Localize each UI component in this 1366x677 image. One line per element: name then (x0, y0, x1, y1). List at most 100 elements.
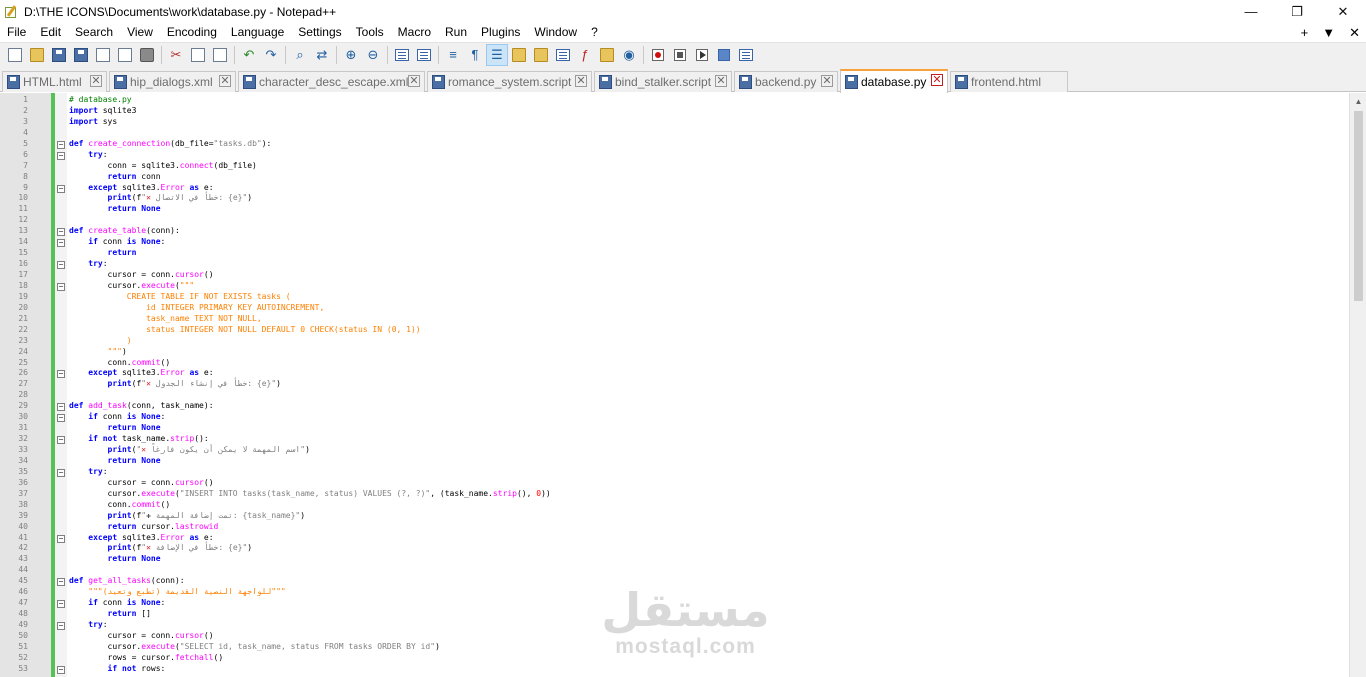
show-all-chars-button[interactable]: ¶ (464, 44, 486, 66)
indent-guide-button[interactable]: ☰ (486, 44, 508, 66)
tab-frontend-html[interactable]: frontend.html (950, 71, 1068, 92)
code-line[interactable]: 40 return cursor.lastrowid (0, 522, 1350, 533)
code-line[interactable]: 17 cursor = conn.cursor() (0, 270, 1350, 281)
code-line[interactable]: 10 print(f"✕ خطأ في الاتصال: {e}") (0, 193, 1350, 204)
code-line[interactable]: 36 cursor = conn.cursor() (0, 478, 1350, 489)
zoom-out-button[interactable]: ⊖ (362, 44, 384, 66)
tab-romance-system-script[interactable]: romance_system.script ✕ (427, 71, 592, 92)
new-tab-plus-icon[interactable]: + (1301, 25, 1309, 40)
menu-language[interactable]: Language (224, 23, 291, 42)
fold-toggle-icon[interactable]: − (57, 140, 65, 149)
tab-close-icon[interactable]: ✕ (575, 75, 587, 87)
code-line[interactable]: 41 − except sqlite3.Error as e: (0, 533, 1350, 544)
tab-close-icon[interactable]: ✕ (821, 75, 833, 87)
code-line[interactable]: 4 (0, 128, 1350, 139)
scroll-up-arrow-icon[interactable]: ▲ (1350, 93, 1366, 110)
code-line[interactable]: 21 task_name TEXT NOT NULL, (0, 314, 1350, 325)
fold-toggle-icon[interactable]: − (57, 622, 65, 630)
menu-file[interactable]: File (0, 23, 33, 42)
tab-list-chevron-down-icon[interactable]: ▼ (1322, 25, 1335, 40)
folder-workspace-button[interactable] (596, 44, 618, 66)
code-line[interactable]: 22 status INTEGER NOT NULL DEFAULT 0 CHE… (0, 325, 1350, 336)
code-line[interactable]: 5 − def create_connection(db_file="tasks.d… (0, 139, 1350, 150)
code-line[interactable]: 42 print(f"✕ خطأ في الإضافة: {e}") (0, 543, 1350, 554)
code-line[interactable]: 26 − except sqlite3.Error as e: (0, 368, 1350, 379)
code-line[interactable]: 37 cursor.execute("INSERT INTO tasks(tas… (0, 489, 1350, 500)
menu-view[interactable]: View (120, 23, 160, 42)
minimize-button[interactable]: — (1228, 0, 1274, 23)
tab-html-html[interactable]: HTML.html ✕ (2, 71, 107, 92)
code-line[interactable]: 20 id INTEGER PRIMARY KEY AUTOINCREMENT, (0, 303, 1350, 314)
tab-bind-stalker-script[interactable]: bind_stalker.script ✕ (594, 71, 732, 92)
menu-search[interactable]: Search (68, 23, 120, 42)
monitoring-button[interactable]: ◉ (618, 44, 640, 66)
fold-toggle-icon[interactable]: − (57, 600, 65, 609)
code-line[interactable]: 14 − if conn is None: (0, 237, 1350, 248)
tab-close-icon[interactable]: ✕ (408, 75, 420, 87)
macro-run-multiple-button[interactable] (713, 44, 735, 66)
code-line[interactable]: 28 (0, 390, 1350, 401)
macro-stop-button[interactable] (669, 44, 691, 66)
code-line[interactable]: 29 − def add_task(conn, task_name): (0, 401, 1350, 412)
code-line[interactable]: 34 return None (0, 456, 1350, 467)
tab-close-icon[interactable]: ✕ (90, 75, 102, 87)
code-line[interactable]: 15 return (0, 248, 1350, 259)
tab-database-py[interactable]: database.py ✕ (840, 69, 948, 93)
sync-vertical-button[interactable] (391, 44, 413, 66)
fold-toggle-icon[interactable]: − (57, 239, 65, 248)
fold-toggle-icon[interactable]: − (57, 151, 65, 160)
function-list-button[interactable]: ƒ (574, 44, 596, 66)
vertical-scrollbar[interactable]: ▲ (1349, 93, 1366, 677)
menu-window[interactable]: Window (527, 23, 584, 42)
paste-button[interactable] (209, 44, 231, 66)
code-line[interactable]: 12 (0, 215, 1350, 226)
close-file-button[interactable] (92, 44, 114, 66)
restore-button[interactable]: ❐ (1274, 0, 1320, 23)
doc-map-button[interactable] (530, 44, 552, 66)
macro-save-button[interactable] (735, 44, 757, 66)
fold-toggle-icon[interactable]: − (57, 414, 65, 423)
tab-close-icon[interactable]: ✕ (715, 75, 727, 87)
code-line[interactable]: 30 − if conn is None: (0, 412, 1350, 423)
code-line[interactable]: 6 − try: (0, 150, 1350, 161)
code-line[interactable]: 16 − try: (0, 259, 1350, 270)
new-file-button[interactable] (4, 44, 26, 66)
code-line[interactable]: 11 return None (0, 204, 1350, 215)
tab-character-desc-escape-xml[interactable]: character_desc_escape.xml ✕ (238, 71, 425, 92)
udl-button[interactable] (508, 44, 530, 66)
code-line[interactable]: 38 conn.commit() (0, 500, 1350, 511)
fold-toggle-icon[interactable]: − (57, 468, 65, 477)
menu-macro[interactable]: Macro (391, 23, 438, 42)
menu-help[interactable]: ? (584, 23, 605, 42)
fold-toggle-icon[interactable]: − (57, 665, 65, 674)
word-wrap-button[interactable]: ≡ (442, 44, 464, 66)
code-line[interactable]: 8 return conn (0, 172, 1350, 183)
code-line[interactable]: 25 conn.commit() (0, 358, 1350, 369)
fold-toggle-icon[interactable]: − (57, 261, 65, 270)
fold-toggle-icon[interactable]: − (57, 184, 65, 193)
code-line[interactable]: 33 print("✕ اسم المهمة لا يمكن أن يكون ف… (0, 445, 1350, 456)
macro-play-button[interactable] (691, 44, 713, 66)
replace-button[interactable]: ⇄ (311, 44, 333, 66)
code-line[interactable]: 19 CREATE TABLE IF NOT EXISTS tasks ( (0, 292, 1350, 303)
sync-horizontal-button[interactable] (413, 44, 435, 66)
code-line[interactable]: 31 return None (0, 423, 1350, 434)
doc-list-button[interactable] (552, 44, 574, 66)
fold-toggle-icon[interactable]: − (57, 534, 65, 543)
menu-edit[interactable]: Edit (33, 23, 68, 42)
code-line[interactable]: 32 − if not task_name.strip(): (0, 434, 1350, 445)
menu-run[interactable]: Run (438, 23, 474, 42)
code-line[interactable]: 44 (0, 565, 1350, 576)
menu-settings[interactable]: Settings (291, 23, 348, 42)
code-line[interactable]: 13 − def create_table(conn): (0, 226, 1350, 237)
fold-toggle-icon[interactable]: − (57, 228, 65, 237)
open-file-button[interactable] (26, 44, 48, 66)
code-line[interactable]: 7 conn = sqlite3.connect(db_file) (0, 161, 1350, 172)
scrollbar-thumb[interactable] (1354, 111, 1363, 301)
tab-close-icon[interactable]: ✕ (219, 75, 231, 87)
macro-record-button[interactable] (647, 44, 669, 66)
code-line[interactable]: 27 print(f"✕ خطأ في إنشاء الجدول: {e}") (0, 379, 1350, 390)
code-line[interactable]: 3 import sys (0, 117, 1350, 128)
code-line[interactable]: 39 print(f"✚ تمت إضافة المهمة: {task_nam… (0, 511, 1350, 522)
print-button[interactable] (136, 44, 158, 66)
